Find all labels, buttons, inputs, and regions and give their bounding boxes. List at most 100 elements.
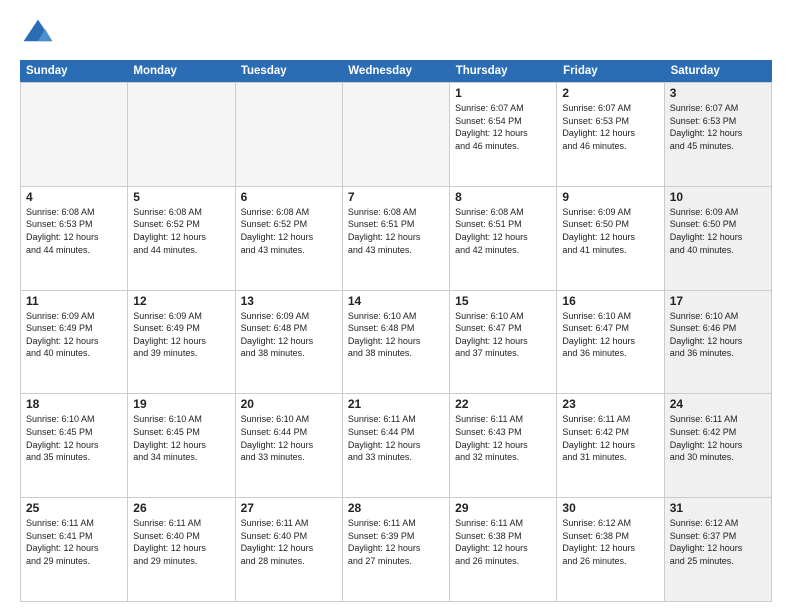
- calendar-cell-empty-3: [343, 83, 450, 186]
- day-info: Sunrise: 6:11 AM Sunset: 6:39 PM Dayligh…: [348, 517, 444, 567]
- day-number: 22: [455, 397, 551, 411]
- day-number: 8: [455, 190, 551, 204]
- day-info: Sunrise: 6:07 AM Sunset: 6:53 PM Dayligh…: [670, 102, 766, 152]
- calendar-cell-7: 7 Sunrise: 6:08 AM Sunset: 6:51 PM Daylig…: [343, 187, 450, 290]
- day-info: Sunrise: 6:08 AM Sunset: 6:52 PM Dayligh…: [241, 206, 337, 256]
- day-info: Sunrise: 6:10 AM Sunset: 6:47 PM Dayligh…: [455, 310, 551, 360]
- header-day-friday: Friday: [557, 60, 664, 82]
- day-info: Sunrise: 6:08 AM Sunset: 6:51 PM Dayligh…: [455, 206, 551, 256]
- calendar-week-4: 18 Sunrise: 6:10 AM Sunset: 6:45 PM Dayli…: [20, 393, 772, 497]
- day-number: 27: [241, 501, 337, 515]
- day-info: Sunrise: 6:07 AM Sunset: 6:54 PM Dayligh…: [455, 102, 551, 152]
- calendar-cell-17: 17 Sunrise: 6:10 AM Sunset: 6:46 PM Dayli…: [665, 291, 772, 394]
- day-info: Sunrise: 6:08 AM Sunset: 6:51 PM Dayligh…: [348, 206, 444, 256]
- day-info: Sunrise: 6:11 AM Sunset: 6:41 PM Dayligh…: [26, 517, 122, 567]
- day-number: 12: [133, 294, 229, 308]
- calendar-cell-22: 22 Sunrise: 6:11 AM Sunset: 6:43 PM Dayli…: [450, 394, 557, 497]
- day-number: 16: [562, 294, 658, 308]
- calendar-cell-1: 1 Sunrise: 6:07 AM Sunset: 6:54 PM Daylig…: [450, 83, 557, 186]
- calendar-cell-13: 13 Sunrise: 6:09 AM Sunset: 6:48 PM Dayli…: [236, 291, 343, 394]
- header-day-thursday: Thursday: [450, 60, 557, 82]
- day-info: Sunrise: 6:09 AM Sunset: 6:50 PM Dayligh…: [670, 206, 766, 256]
- calendar-cell-23: 23 Sunrise: 6:11 AM Sunset: 6:42 PM Dayli…: [557, 394, 664, 497]
- calendar-cell-5: 5Sunrise: 6:08 AM Sunset: 6:52 PM Daylig…: [128, 187, 235, 290]
- header-day-monday: Monday: [127, 60, 234, 82]
- day-number: 26: [133, 501, 229, 515]
- calendar-cell-28: 28 Sunrise: 6:11 AM Sunset: 6:39 PM Dayli…: [343, 498, 450, 601]
- day-number: 10: [670, 190, 766, 204]
- day-number: 18: [26, 397, 122, 411]
- calendar-body: 1 Sunrise: 6:07 AM Sunset: 6:54 PM Daylig…: [20, 82, 772, 602]
- day-info: Sunrise: 6:10 AM Sunset: 6:48 PM Dayligh…: [348, 310, 444, 360]
- day-number: 13: [241, 294, 337, 308]
- day-info: Sunrise: 6:10 AM Sunset: 6:45 PM Dayligh…: [133, 413, 229, 463]
- day-number: 25: [26, 501, 122, 515]
- header-day-saturday: Saturday: [665, 60, 772, 82]
- day-number: 1: [455, 86, 551, 100]
- logo: [20, 16, 60, 52]
- day-info: Sunrise: 6:10 AM Sunset: 6:44 PM Dayligh…: [241, 413, 337, 463]
- day-number: 17: [670, 294, 766, 308]
- day-info: Sunrise: 6:08 AM Sunset: 6:52 PM Dayligh…: [133, 206, 229, 256]
- logo-icon: [20, 16, 56, 52]
- calendar-cell-21: 21 Sunrise: 6:11 AM Sunset: 6:44 PM Dayli…: [343, 394, 450, 497]
- calendar-cell-29: 29 Sunrise: 6:11 AM Sunset: 6:38 PM Dayli…: [450, 498, 557, 601]
- calendar: SundayMondayTuesdayWednesdayThursdayFrid…: [20, 60, 772, 602]
- day-number: 19: [133, 397, 229, 411]
- day-number: 14: [348, 294, 444, 308]
- day-number: 2: [562, 86, 658, 100]
- calendar-week-3: 11 Sunrise: 6:09 AM Sunset: 6:49 PM Dayli…: [20, 290, 772, 394]
- day-info: Sunrise: 6:11 AM Sunset: 6:38 PM Dayligh…: [455, 517, 551, 567]
- day-info: Sunrise: 6:11 AM Sunset: 6:44 PM Dayligh…: [348, 413, 444, 463]
- calendar-cell-19: 19 Sunrise: 6:10 AM Sunset: 6:45 PM Dayli…: [128, 394, 235, 497]
- day-number: 28: [348, 501, 444, 515]
- day-number: 23: [562, 397, 658, 411]
- day-info: Sunrise: 6:10 AM Sunset: 6:46 PM Dayligh…: [670, 310, 766, 360]
- day-info: Sunrise: 6:10 AM Sunset: 6:47 PM Dayligh…: [562, 310, 658, 360]
- day-number: 3: [670, 86, 766, 100]
- calendar-cell-9: 9Sunrise: 6:09 AM Sunset: 6:50 PM Daylig…: [557, 187, 664, 290]
- day-number: 7: [348, 190, 444, 204]
- calendar-cell-6: 6 Sunrise: 6:08 AM Sunset: 6:52 PM Daylig…: [236, 187, 343, 290]
- calendar-cell-24: 24Sunrise: 6:11 AM Sunset: 6:42 PM Dayli…: [665, 394, 772, 497]
- day-info: Sunrise: 6:09 AM Sunset: 6:49 PM Dayligh…: [133, 310, 229, 360]
- calendar-week-5: 25 Sunrise: 6:11 AM Sunset: 6:41 PM Dayli…: [20, 497, 772, 602]
- calendar-cell-empty-0: [21, 83, 128, 186]
- day-info: Sunrise: 6:07 AM Sunset: 6:53 PM Dayligh…: [562, 102, 658, 152]
- header-day-wednesday: Wednesday: [342, 60, 449, 82]
- calendar-cell-12: 12 Sunrise: 6:09 AM Sunset: 6:49 PM Dayli…: [128, 291, 235, 394]
- day-info: Sunrise: 6:11 AM Sunset: 6:42 PM Dayligh…: [562, 413, 658, 463]
- calendar-cell-empty-1: [128, 83, 235, 186]
- day-number: 21: [348, 397, 444, 411]
- day-number: 15: [455, 294, 551, 308]
- day-info: Sunrise: 6:11 AM Sunset: 6:43 PM Dayligh…: [455, 413, 551, 463]
- calendar-cell-26: 26Sunrise: 6:11 AM Sunset: 6:40 PM Dayli…: [128, 498, 235, 601]
- calendar-week-2: 4Sunrise: 6:08 AM Sunset: 6:53 PM Daylig…: [20, 186, 772, 290]
- calendar-cell-4: 4Sunrise: 6:08 AM Sunset: 6:53 PM Daylig…: [21, 187, 128, 290]
- calendar-cell-empty-2: [236, 83, 343, 186]
- page-header: [20, 16, 772, 52]
- day-info: Sunrise: 6:11 AM Sunset: 6:42 PM Dayligh…: [670, 413, 766, 463]
- day-number: 11: [26, 294, 122, 308]
- day-number: 4: [26, 190, 122, 204]
- day-info: Sunrise: 6:09 AM Sunset: 6:49 PM Dayligh…: [26, 310, 122, 360]
- day-number: 29: [455, 501, 551, 515]
- calendar-cell-11: 11 Sunrise: 6:09 AM Sunset: 6:49 PM Dayli…: [21, 291, 128, 394]
- day-number: 20: [241, 397, 337, 411]
- calendar-header: SundayMondayTuesdayWednesdayThursdayFrid…: [20, 60, 772, 82]
- day-number: 9: [562, 190, 658, 204]
- calendar-cell-8: 8 Sunrise: 6:08 AM Sunset: 6:51 PM Daylig…: [450, 187, 557, 290]
- calendar-cell-14: 14 Sunrise: 6:10 AM Sunset: 6:48 PM Dayli…: [343, 291, 450, 394]
- calendar-week-1: 1 Sunrise: 6:07 AM Sunset: 6:54 PM Daylig…: [20, 82, 772, 186]
- day-info: Sunrise: 6:12 AM Sunset: 6:37 PM Dayligh…: [670, 517, 766, 567]
- day-info: Sunrise: 6:09 AM Sunset: 6:48 PM Dayligh…: [241, 310, 337, 360]
- header-day-tuesday: Tuesday: [235, 60, 342, 82]
- calendar-cell-27: 27Sunrise: 6:11 AM Sunset: 6:40 PM Dayli…: [236, 498, 343, 601]
- calendar-cell-20: 20 Sunrise: 6:10 AM Sunset: 6:44 PM Dayli…: [236, 394, 343, 497]
- calendar-cell-2: 2 Sunrise: 6:07 AM Sunset: 6:53 PM Daylig…: [557, 83, 664, 186]
- calendar-cell-31: 31 Sunrise: 6:12 AM Sunset: 6:37 PM Dayli…: [665, 498, 772, 601]
- day-number: 31: [670, 501, 766, 515]
- day-number: 6: [241, 190, 337, 204]
- calendar-cell-3: 3 Sunrise: 6:07 AM Sunset: 6:53 PM Daylig…: [665, 83, 772, 186]
- calendar-cell-15: 15 Sunrise: 6:10 AM Sunset: 6:47 PM Dayli…: [450, 291, 557, 394]
